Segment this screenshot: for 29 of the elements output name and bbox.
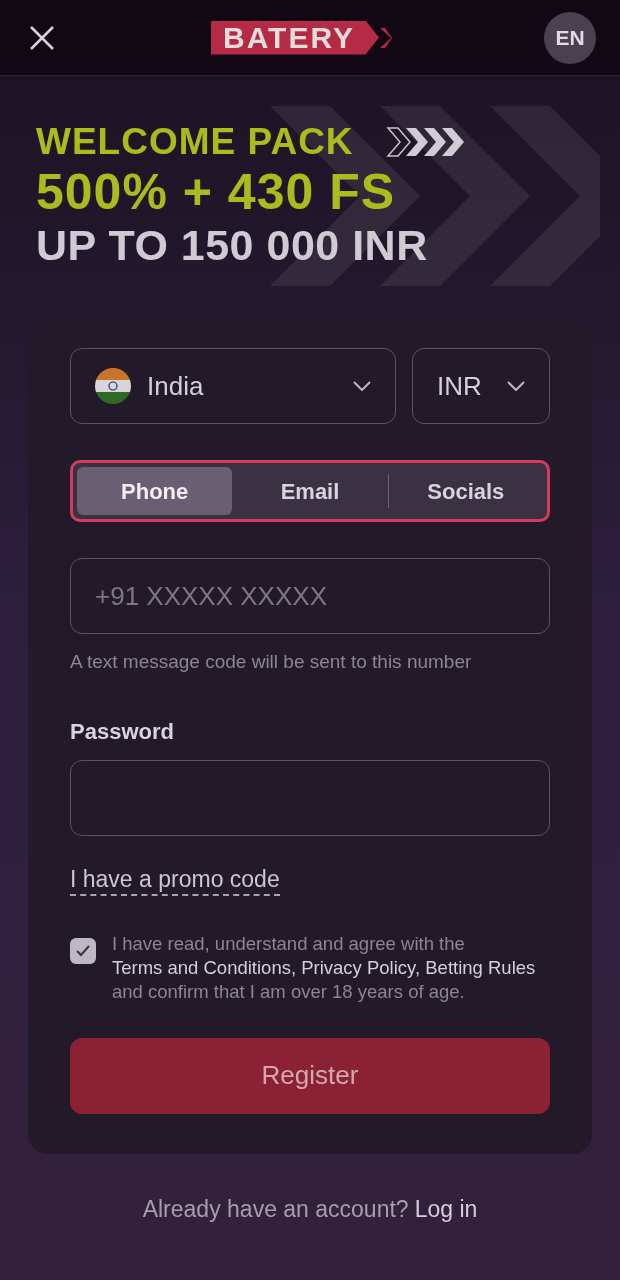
account-question: Already have an account? (142, 1194, 409, 1224)
bonus-limit: UP TO 150 000 INR (36, 220, 429, 270)
chevron-down-icon (507, 381, 525, 391)
phone-field[interactable]: +91 XXXXX XXXXX (70, 558, 550, 634)
country-select[interactable]: India (70, 348, 396, 424)
chevrons-icon (385, 126, 464, 158)
banner-heading: WELCOME PACK (36, 120, 354, 164)
terms-link[interactable]: Betting Rules (425, 956, 536, 978)
phone-hint: A text message code will be sent to this number (70, 650, 473, 674)
tab[interactable]: Email (232, 467, 388, 515)
tab[interactable]: Phone (77, 467, 233, 515)
language-button[interactable]: EN (544, 11, 596, 64)
terms-link[interactable]: Privacy Policy, (301, 956, 421, 978)
promo-code-link[interactable]: I have a promo code (70, 863, 280, 896)
bonus-amount: 500% + 430 FS (36, 164, 397, 220)
register-button[interactable]: Register (70, 1037, 550, 1114)
terms-link[interactable]: Terms and Conditions, (112, 956, 297, 978)
flag-icon (95, 368, 131, 404)
login-link[interactable]: Log in (414, 1191, 478, 1226)
consent-text: I have read, understand and agree with the Terms and Conditions, Privacy Policy, Betting Rules and confirm that I am over 18 years of age. (112, 931, 537, 1004)
tab[interactable]: Socials (388, 467, 543, 515)
currency-select[interactable]: INR (412, 348, 550, 424)
chevron-icon (379, 26, 393, 49)
chevron-down-icon (353, 381, 371, 391)
consent-checkbox[interactable] (70, 937, 96, 964)
password-label: Password (70, 717, 175, 746)
password-field[interactable] (70, 759, 550, 836)
check-icon (76, 944, 90, 957)
close-icon (28, 23, 56, 52)
